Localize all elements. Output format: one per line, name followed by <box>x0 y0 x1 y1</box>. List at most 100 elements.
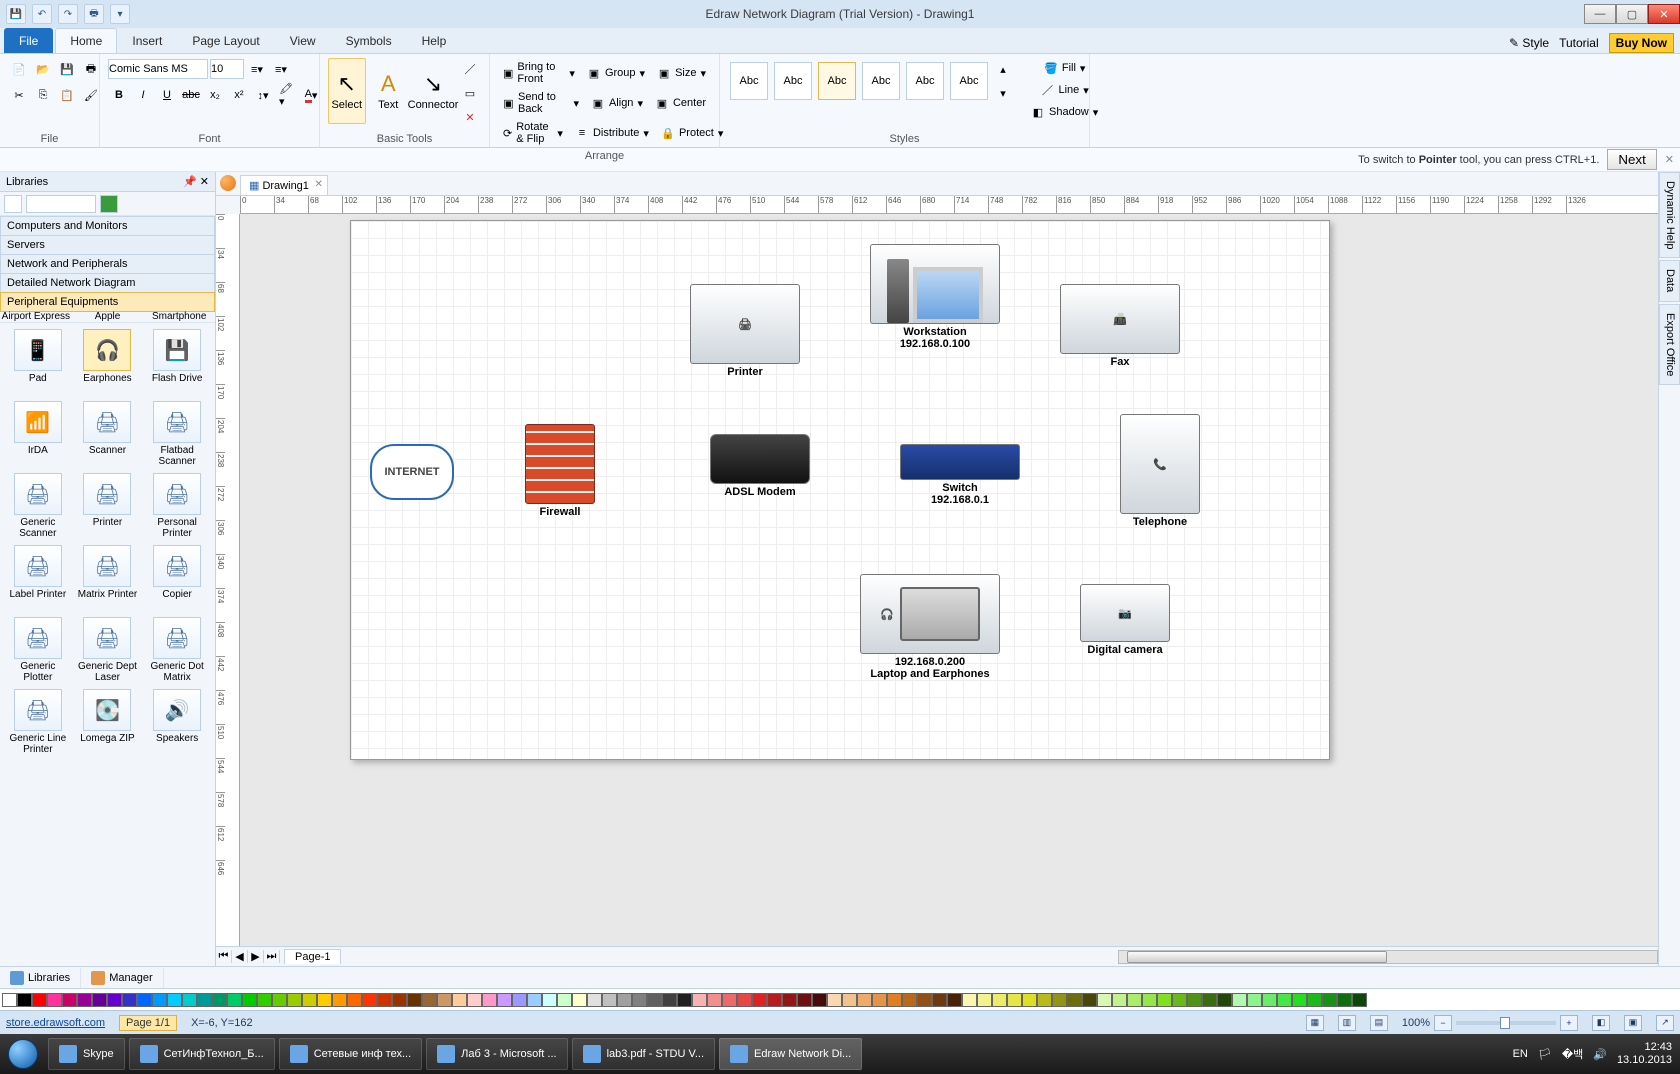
highlight-icon[interactable]: 🖍▾ <box>276 84 298 106</box>
font-color-icon[interactable]: A▾ <box>300 84 322 106</box>
buy-now-button[interactable]: Buy Now <box>1609 33 1674 53</box>
size-button[interactable]: ▣Size ▾ <box>652 63 711 83</box>
bottom-tab-manager[interactable]: Manager <box>81 968 163 988</box>
color-swatch[interactable] <box>857 993 872 1007</box>
view-mode-2-icon[interactable]: ▥ <box>1338 1015 1356 1031</box>
color-swatch[interactable] <box>1247 993 1262 1007</box>
rect-tool-icon[interactable]: ▭ <box>459 82 481 104</box>
color-swatch[interactable] <box>962 993 977 1007</box>
side-tab-data[interactable]: Data <box>1659 260 1680 301</box>
color-swatch[interactable] <box>422 993 437 1007</box>
tab-insert[interactable]: Insert <box>117 28 177 53</box>
tray-volume-icon[interactable]: 🔊 <box>1593 1048 1607 1061</box>
bring-to-front[interactable]: ▣Bring to Front ▾ <box>498 58 580 88</box>
line-button[interactable]: ／Line ▾ <box>1026 80 1103 100</box>
node-printer[interactable]: 🖨 Printer <box>690 284 800 378</box>
lib-search-input[interactable] <box>26 195 96 213</box>
tutorial-link[interactable]: Tutorial <box>1559 36 1599 50</box>
color-swatch[interactable] <box>752 993 767 1007</box>
color-swatch[interactable] <box>1187 993 1202 1007</box>
shape-item[interactable]: 🖨Personal Printer <box>143 471 211 541</box>
view-mode-1-icon[interactable]: ▦ <box>1306 1015 1324 1031</box>
color-swatch[interactable] <box>737 993 752 1007</box>
node-telephone[interactable]: 📞 Telephone <box>1120 414 1200 528</box>
color-swatch[interactable] <box>572 993 587 1007</box>
color-swatch[interactable] <box>1097 993 1112 1007</box>
color-swatch[interactable] <box>212 993 227 1007</box>
horizontal-scrollbar[interactable] <box>1118 950 1658 964</box>
color-swatch[interactable] <box>782 993 797 1007</box>
taskbar-item[interactable]: lab3.pdf - STDU V... <box>572 1038 715 1070</box>
color-palette[interactable] <box>0 988 1680 1010</box>
color-swatch[interactable] <box>1307 993 1322 1007</box>
x-tool-icon[interactable]: ✕ <box>459 106 481 128</box>
new-icon[interactable]: 📄 <box>8 58 30 80</box>
color-swatch[interactable] <box>1022 993 1037 1007</box>
color-swatch[interactable] <box>92 993 107 1007</box>
color-swatch[interactable] <box>392 993 407 1007</box>
node-fax[interactable]: 📠 Fax <box>1060 284 1180 368</box>
node-internet[interactable]: INTERNET <box>370 444 454 500</box>
side-tab-export[interactable]: Export Office <box>1659 304 1680 385</box>
color-swatch[interactable] <box>587 993 602 1007</box>
shape-item[interactable]: 🖨Scanner <box>74 399 142 469</box>
color-swatch[interactable] <box>242 993 257 1007</box>
style-link[interactable]: ✎ Style <box>1509 36 1549 50</box>
color-swatch[interactable] <box>542 993 557 1007</box>
color-swatch[interactable] <box>287 993 302 1007</box>
tab-help[interactable]: Help <box>407 28 462 53</box>
color-swatch[interactable] <box>377 993 392 1007</box>
qat-undo-icon[interactable]: ↶ <box>32 4 52 24</box>
group-button[interactable]: ▣Group ▾ <box>582 63 650 83</box>
color-swatch[interactable] <box>1292 993 1307 1007</box>
color-swatch[interactable] <box>332 993 347 1007</box>
shape-item[interactable]: 📱Pad <box>4 327 72 397</box>
font-family-select[interactable] <box>108 59 208 79</box>
page-prev-icon[interactable]: ◀ <box>232 950 248 963</box>
shape-item[interactable]: 🎧Earphones <box>74 327 142 397</box>
color-swatch[interactable] <box>617 993 632 1007</box>
color-swatch[interactable] <box>1202 993 1217 1007</box>
node-switch[interactable]: Switch 192.168.0.1 <box>900 444 1020 506</box>
color-swatch[interactable] <box>1082 993 1097 1007</box>
color-swatch[interactable] <box>1322 993 1337 1007</box>
color-swatch[interactable] <box>1172 993 1187 1007</box>
page-last-icon[interactable]: ⏭ <box>264 950 280 963</box>
protect-button[interactable]: 🔒Protect ▾ <box>656 123 728 143</box>
color-swatch[interactable] <box>32 993 47 1007</box>
color-swatch[interactable] <box>1277 993 1292 1007</box>
color-swatch[interactable] <box>902 993 917 1007</box>
bottom-tab-libraries[interactable]: Libraries <box>0 968 81 988</box>
color-swatch[interactable] <box>662 993 677 1007</box>
align-button[interactable]: ▣Align ▾ <box>586 93 648 113</box>
clock[interactable]: 12:43 13.10.2013 <box>1617 1041 1672 1067</box>
tray-network-icon[interactable]: �백 <box>1562 1046 1583 1062</box>
color-swatch[interactable] <box>1262 993 1277 1007</box>
side-tab-dynamic-help[interactable]: Dynamic Help <box>1659 172 1680 258</box>
color-swatch[interactable] <box>947 993 962 1007</box>
color-swatch[interactable] <box>407 993 422 1007</box>
color-swatch[interactable] <box>482 993 497 1007</box>
color-swatch[interactable] <box>77 993 92 1007</box>
color-swatch[interactable] <box>152 993 167 1007</box>
qat-save-icon[interactable]: 💾 <box>6 4 26 24</box>
qat-print-icon[interactable]: 🖶 <box>84 4 104 24</box>
connector-tool[interactable]: ↘Connector <box>411 58 455 124</box>
shape-item[interactable]: 🖨Copier <box>143 543 211 613</box>
shape-item[interactable]: 🖨Matrix Printer <box>74 543 142 613</box>
color-swatch[interactable] <box>497 993 512 1007</box>
page-tab-1[interactable]: Page-1 <box>284 949 341 964</box>
color-swatch[interactable] <box>1127 993 1142 1007</box>
color-swatch[interactable] <box>842 993 857 1007</box>
color-swatch[interactable] <box>107 993 122 1007</box>
style-swatch[interactable]: Abc <box>774 62 812 100</box>
panel-pin-icon[interactable]: 📌 ✕ <box>183 175 209 188</box>
node-adsl-modem[interactable]: ADSL Modem <box>710 434 810 498</box>
color-swatch[interactable] <box>692 993 707 1007</box>
color-swatch[interactable] <box>632 993 647 1007</box>
color-swatch[interactable] <box>167 993 182 1007</box>
shape-item[interactable]: 🖨Generic Dept Laser <box>74 615 142 685</box>
tab-home[interactable]: Home <box>55 28 117 53</box>
close-button[interactable]: ✕ <box>1648 4 1680 24</box>
lib-go-icon[interactable] <box>100 195 118 213</box>
